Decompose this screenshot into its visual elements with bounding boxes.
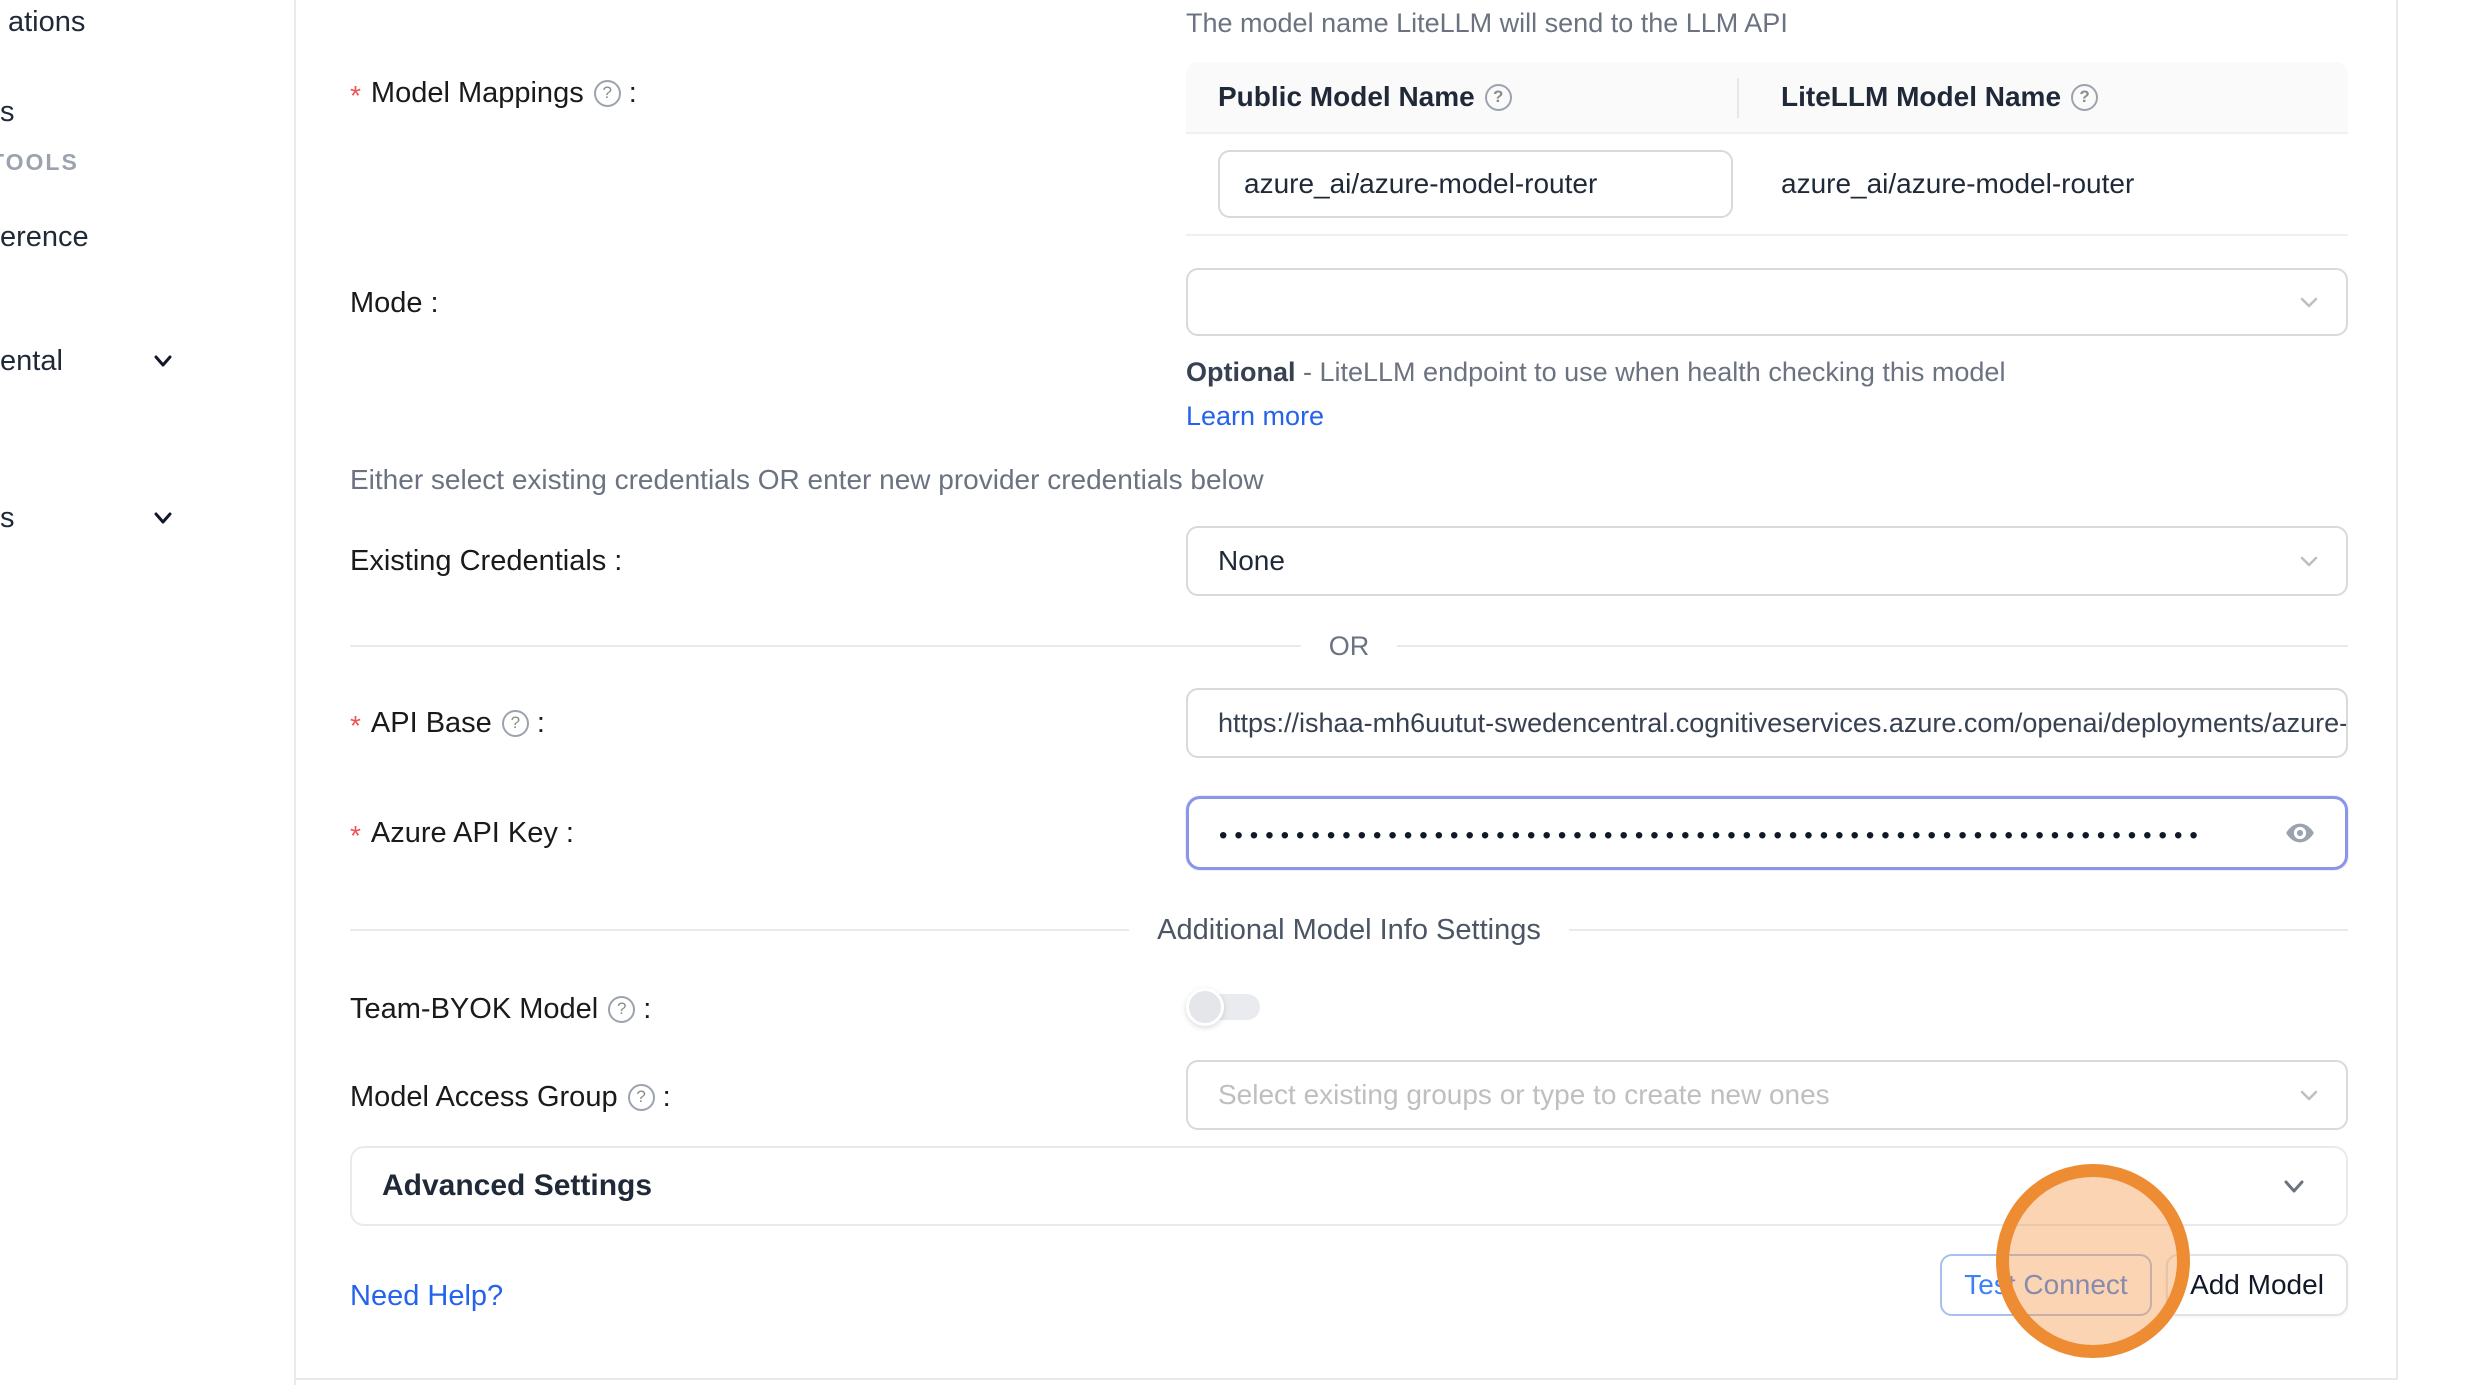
column-divider: [1737, 78, 1739, 118]
table-row: azure_ai/azure-model-router azure_ai/azu…: [1186, 134, 2348, 236]
model-access-group-select[interactable]: Select existing groups or type to create…: [1186, 1060, 2348, 1130]
chevron-down-icon: [2296, 1082, 2322, 1108]
sidebar-item-label: s: [0, 96, 15, 129]
table-header-row: Public Model Name ? LiteLLM Model Name ?: [1186, 62, 2348, 134]
sidebar-item-label: erence: [0, 221, 89, 254]
help-circle-icon[interactable]: ?: [1485, 84, 1512, 111]
sidebar-section-tools: TOOLS: [0, 142, 79, 182]
model-mappings-table: Public Model Name ? LiteLLM Model Name ?…: [1186, 62, 2348, 236]
column-header-litellm-model-name: LiteLLM Model Name ?: [1737, 62, 2098, 132]
test-connect-button[interactable]: Test Connect: [1940, 1254, 2152, 1316]
azure-api-key-label: * Azure API Key :: [350, 812, 574, 854]
mode-select[interactable]: [1186, 268, 2348, 336]
sidebar-item-organizations[interactable]: ations: [8, 2, 85, 42]
additional-info-divider: Additional Model Info Settings: [350, 910, 2348, 950]
required-asterisk: *: [350, 80, 361, 112]
sidebar-item-label: s: [0, 502, 15, 535]
help-circle-icon[interactable]: ?: [608, 996, 635, 1023]
advanced-settings-panel[interactable]: Advanced Settings: [350, 1146, 2348, 1226]
masked-password-value: ••••••••••••••••••••••••••••••••••••••••…: [1189, 822, 2205, 850]
sidebar-item-users[interactable]: s: [0, 92, 15, 132]
sidebar-item-settings[interactable]: s: [0, 498, 15, 538]
team-byok-toggle[interactable]: [1186, 988, 1262, 1026]
chevron-down-icon[interactable]: [148, 503, 178, 533]
or-divider: OR: [350, 626, 2348, 666]
required-asterisk: *: [350, 710, 361, 742]
credentials-note: Either select existing credentials OR en…: [350, 460, 1264, 500]
existing-credentials-select[interactable]: None: [1186, 526, 2348, 596]
need-help-link[interactable]: Need Help?: [350, 1276, 503, 1316]
card-right-border: [2396, 0, 2398, 1380]
existing-credentials-label: Existing Credentials :: [350, 540, 622, 582]
sidebar-item-experimental[interactable]: ental: [0, 341, 63, 381]
public-model-name-input[interactable]: azure_ai/azure-model-router: [1218, 150, 1733, 218]
required-asterisk: *: [350, 820, 361, 852]
model-name-helper-text: The model name LiteLLM will send to the …: [1186, 8, 1788, 39]
card-bottom-border: [296, 1378, 2398, 1380]
model-mappings-label: * Model Mappings ? :: [350, 72, 637, 114]
sidebar-item-label: ental: [0, 345, 63, 378]
sidebar-item-reference[interactable]: erence: [0, 217, 89, 257]
learn-more-link[interactable]: Learn more: [1186, 401, 1324, 431]
api-base-label: * API Base ? :: [350, 702, 545, 744]
help-circle-icon[interactable]: ?: [2071, 84, 2098, 111]
column-header-public-model-name: Public Model Name ?: [1186, 62, 1737, 132]
sidebar: ations s TOOLS erence ental s: [0, 0, 296, 1385]
add-model-button[interactable]: Add Model: [2166, 1254, 2348, 1316]
mode-helper-text: Optional - LiteLLM endpoint to use when …: [1186, 350, 2026, 438]
model-access-group-label: Model Access Group ? :: [350, 1076, 671, 1118]
litellm-model-name-value: azure_ai/azure-model-router: [1737, 168, 2134, 200]
help-circle-icon[interactable]: ?: [502, 710, 529, 737]
team-byok-label: Team-BYOK Model ? :: [350, 988, 651, 1030]
mode-label: Mode :: [350, 282, 439, 324]
chevron-down-icon[interactable]: [148, 346, 178, 376]
azure-api-key-input[interactable]: ••••••••••••••••••••••••••••••••••••••••…: [1186, 796, 2348, 870]
eye-icon[interactable]: [2279, 817, 2321, 849]
sidebar-item-label: ations: [8, 6, 85, 39]
sidebar-section-label: TOOLS: [0, 149, 79, 176]
advanced-settings-title: Advanced Settings: [382, 1169, 652, 1203]
api-base-input[interactable]: https://ishaa-mh6uutut-swedencentral.cog…: [1186, 688, 2348, 758]
chevron-down-icon: [2278, 1170, 2310, 1202]
help-circle-icon[interactable]: ?: [628, 1084, 655, 1111]
help-circle-icon[interactable]: ?: [594, 80, 621, 107]
chevron-down-icon: [2296, 548, 2322, 574]
chevron-down-icon: [2296, 289, 2322, 315]
toggle-knob: [1186, 988, 1224, 1026]
